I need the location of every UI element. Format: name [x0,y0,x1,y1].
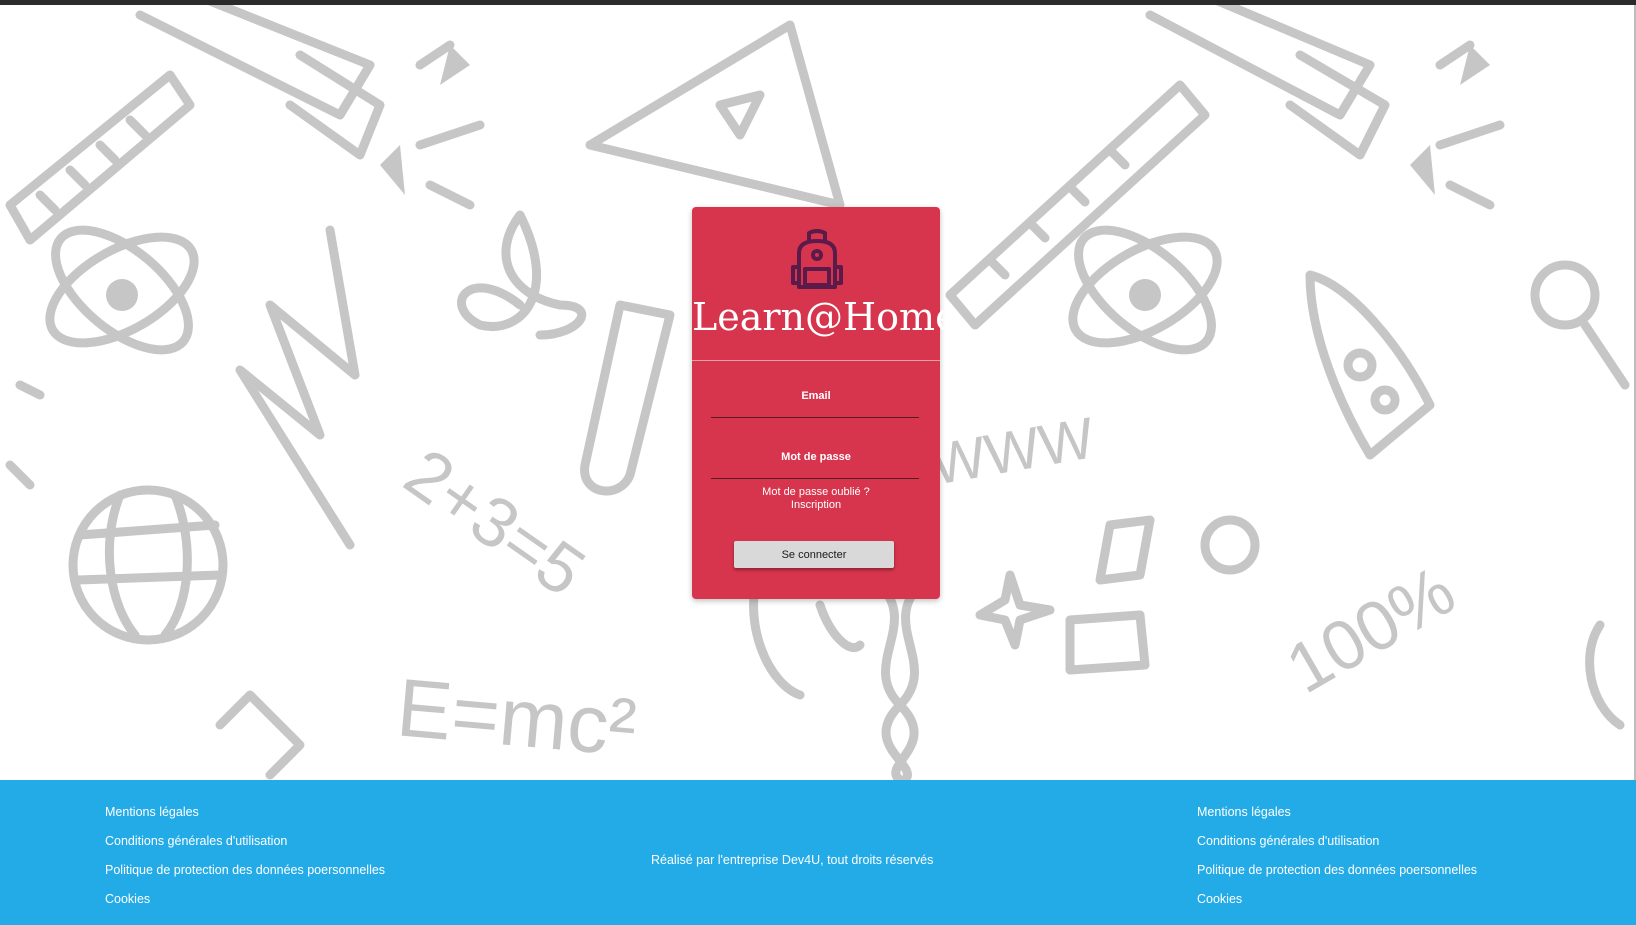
footer-terms-link[interactable]: Conditions générales d'utilisation [105,833,385,862]
doodle-100: 100% [1274,551,1468,708]
footer-terms-link[interactable]: Conditions générales d'utilisation [1197,833,1477,862]
doodle-math: 2+3=5 [391,433,598,611]
footer-legal-link[interactable]: Mentions légales [105,804,385,833]
password-field[interactable]: Mot de passe [692,451,940,463]
footer-left-links: Mentions légales Conditions générales d'… [105,804,385,920]
header-divider [692,360,940,361]
footer-privacy-link[interactable]: Politique de protection des données poer… [1197,862,1477,891]
doodle-emc2: E=mc² [393,662,639,774]
password-underline [711,478,919,479]
backpack-icon [791,229,843,289]
app-title: Learn@Home [692,295,958,339]
register-link[interactable]: Inscription [692,499,940,511]
login-card: Learn@Home Email Mot de passe Mot de pas… [692,207,958,599]
footer-copyright: Réalisé par l'entreprise Dev4U, tout dro… [651,853,934,867]
login-button[interactable]: Se connecter [734,541,894,568]
footer-legal-link[interactable]: Mentions légales [1197,804,1477,833]
email-field[interactable]: Email [692,390,940,402]
footer-cookies-link[interactable]: Cookies [1197,891,1477,920]
doodle-www: WWW [926,405,1099,498]
email-underline [711,417,919,418]
footer: Mentions légales Conditions générales d'… [0,780,1636,925]
forgot-password-link[interactable]: Mot de passe oublié ? [692,486,940,498]
footer-right-links: Mentions légales Conditions générales d'… [1197,804,1477,920]
footer-cookies-link[interactable]: Cookies [105,891,385,920]
footer-privacy-link[interactable]: Politique de protection des données poer… [105,862,385,891]
